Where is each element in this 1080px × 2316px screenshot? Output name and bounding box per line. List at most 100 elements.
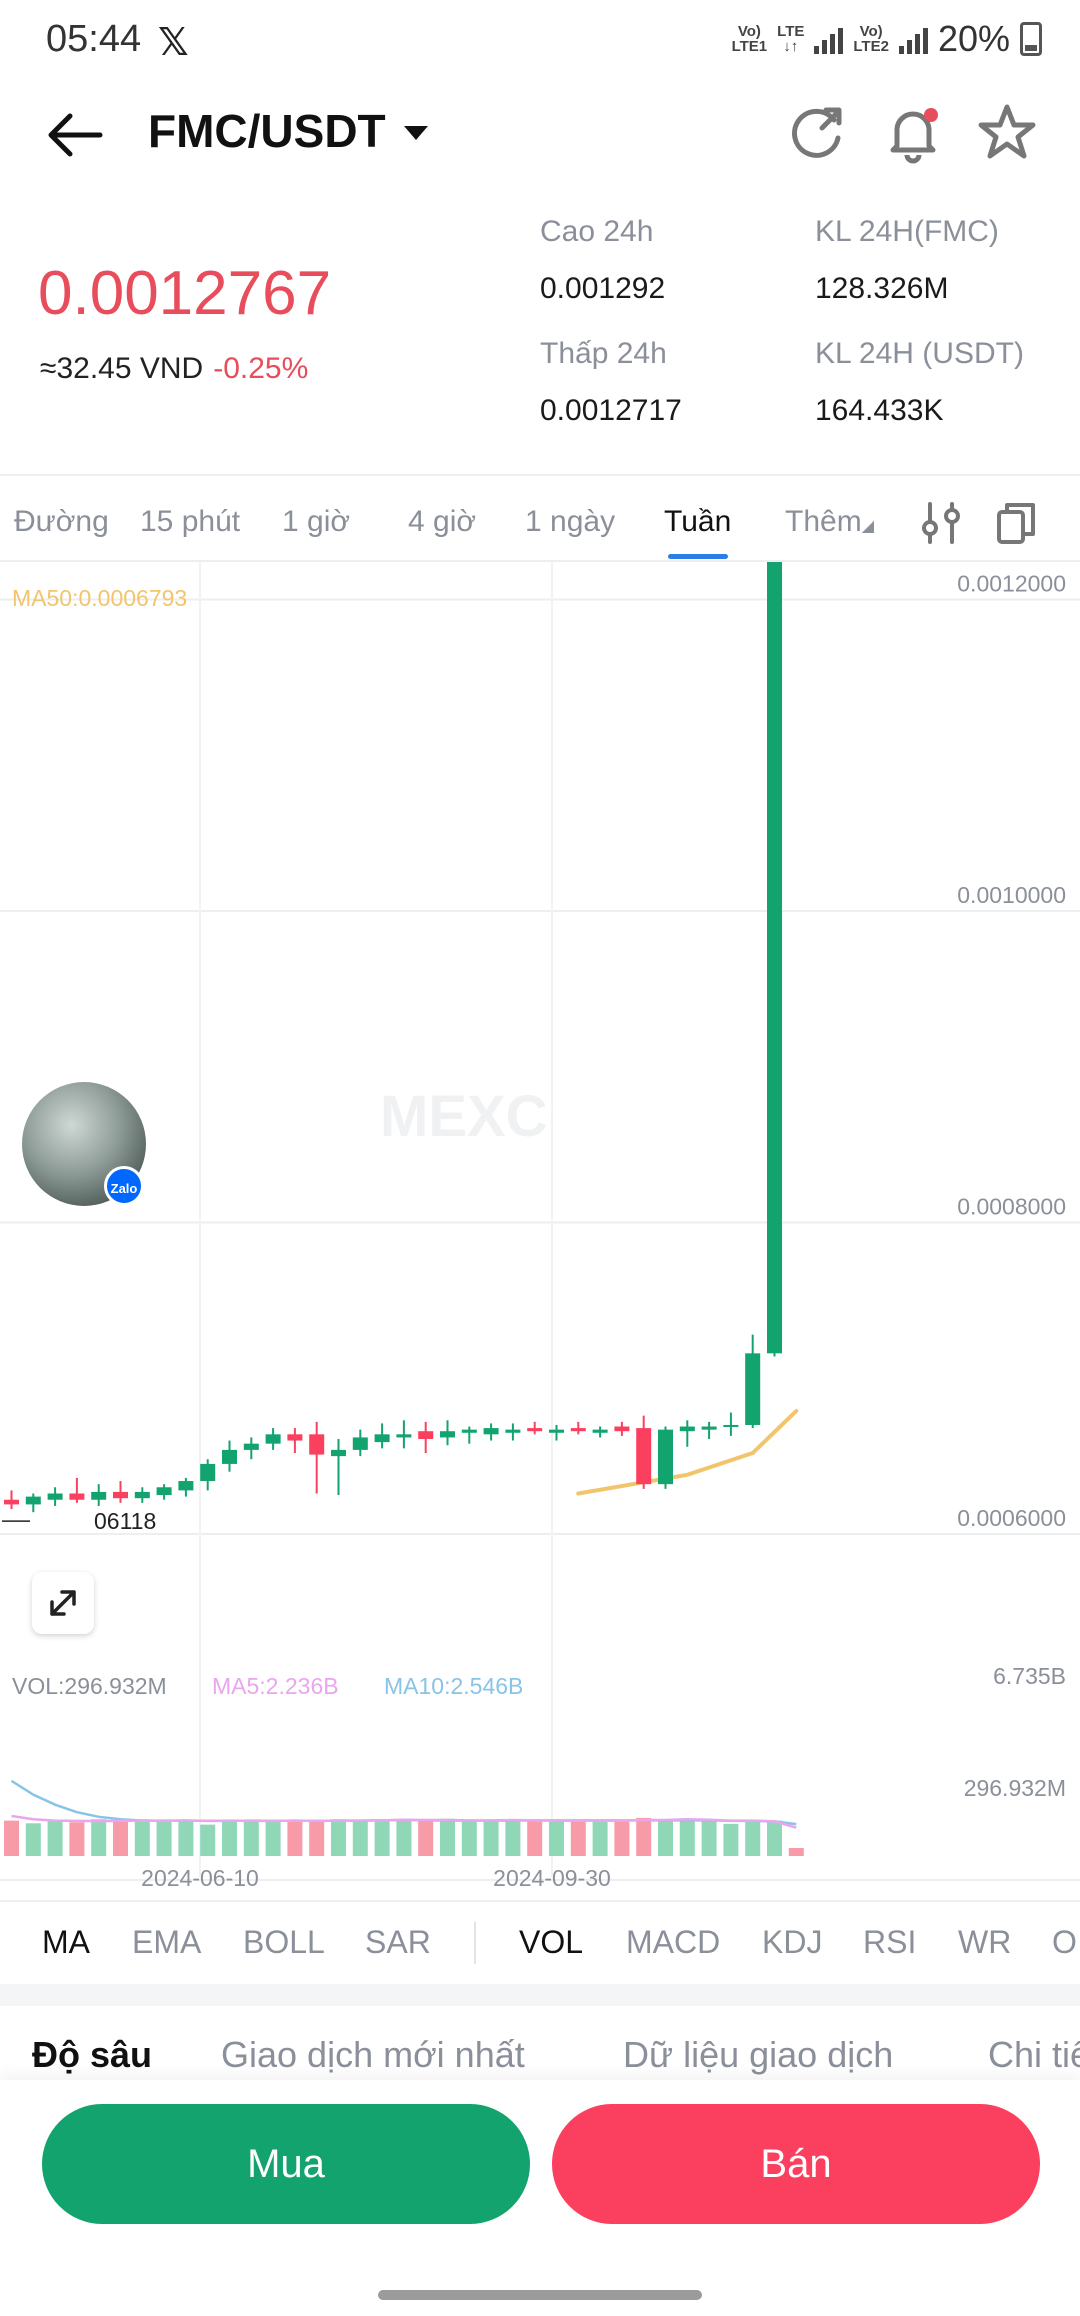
candle xyxy=(483,1428,499,1435)
volume-bar xyxy=(178,1819,194,1856)
battery-percent: 20% xyxy=(937,18,1010,59)
volume-bar xyxy=(265,1820,281,1856)
candle xyxy=(723,1424,739,1427)
price-markers: 0.00133810.001276706118 xyxy=(2,1508,156,1534)
watermark: MEXC xyxy=(380,1084,548,1149)
indicator-boll[interactable]: BOLL xyxy=(243,1924,325,1961)
volume-bar xyxy=(461,1820,477,1856)
vol-base-value: 128.326M xyxy=(815,272,949,305)
indicator-more[interactable]: O xyxy=(1052,1924,1077,1961)
candle xyxy=(47,1493,63,1500)
volume-bar xyxy=(658,1820,673,1856)
x-tick-label: 2024-09-30 xyxy=(493,1865,611,1891)
indicator-ma[interactable]: MA xyxy=(42,1924,90,1961)
candle xyxy=(265,1434,281,1444)
zalo-badge[interactable]: Zalo xyxy=(104,1166,144,1206)
candle xyxy=(396,1434,412,1438)
volume-bar xyxy=(636,1817,652,1856)
volume-bar xyxy=(723,1823,739,1856)
tab-15m[interactable]: 15 phút xyxy=(140,505,240,539)
candle xyxy=(570,1428,586,1432)
x-axis: 2024-06-10 2024-09-30 xyxy=(141,1865,611,1891)
candle xyxy=(440,1431,455,1438)
tab-trade-data[interactable]: Dữ liệu giao dịch xyxy=(623,2034,893,2076)
x-logo-icon: 𝕏 xyxy=(158,22,189,64)
volume-ma10-label: MA10:2.546B xyxy=(384,1673,523,1699)
vol-base-label: KL 24H(FMC) xyxy=(815,215,999,248)
back-arrow-icon[interactable] xyxy=(40,100,110,170)
candle xyxy=(156,1487,172,1496)
divider xyxy=(0,474,1080,476)
tab-1h[interactable]: 1 giờ xyxy=(282,505,350,539)
candle xyxy=(374,1434,390,1443)
tab-more-label: Thêm xyxy=(785,505,862,538)
candle xyxy=(200,1463,216,1482)
volume-ma5-label: MA5:2.236B xyxy=(212,1673,339,1699)
candle xyxy=(767,562,782,1354)
bell-icon[interactable] xyxy=(878,98,948,168)
candlestick-chart[interactable]: MEXC MA50:0.0006793 0.00140000.00120000.… xyxy=(0,562,1080,1900)
volume-max-label: 6.735B xyxy=(993,1663,1066,1689)
tab-line[interactable]: Đường xyxy=(14,505,109,539)
y-tick-label: 0.0012000 xyxy=(957,571,1066,597)
tab-more[interactable]: Thêm◢ xyxy=(785,505,874,539)
indicator-vol[interactable]: VOL xyxy=(519,1924,583,1961)
low-marker-label: 06118 xyxy=(94,1508,156,1534)
indicator-settings-icon[interactable] xyxy=(918,500,964,546)
copy-layout-icon[interactable] xyxy=(993,500,1039,546)
volume-bar xyxy=(91,1819,107,1856)
tab-depth[interactable]: Độ sâu xyxy=(32,2034,152,2076)
sell-button[interactable]: Bán xyxy=(552,2104,1040,2224)
price-change: -0.25% xyxy=(213,352,309,385)
volume-bar xyxy=(243,1819,259,1856)
candle xyxy=(134,1491,150,1499)
expand-arrows-icon xyxy=(50,1590,76,1616)
indicator-wr[interactable]: WR xyxy=(958,1924,1011,1961)
low-24h-value: 0.0012717 xyxy=(540,394,682,427)
high-24h-value: 0.001292 xyxy=(540,272,666,305)
tab-week[interactable]: Tuần xyxy=(664,505,731,539)
tab-4h[interactable]: 4 giờ xyxy=(408,505,476,539)
low-24h-label: Thấp 24h xyxy=(540,337,667,370)
volume-bar xyxy=(592,1820,608,1856)
indicator-macd[interactable]: MACD xyxy=(626,1924,720,1961)
volume-bar xyxy=(701,1820,717,1856)
indicator-ema[interactable]: EMA xyxy=(132,1924,201,1961)
candle xyxy=(701,1426,717,1430)
candle xyxy=(679,1426,695,1432)
star-icon[interactable] xyxy=(972,98,1042,168)
volume-bar xyxy=(352,1820,368,1856)
share-icon[interactable] xyxy=(782,98,852,168)
indicator-sar[interactable]: SAR xyxy=(365,1924,431,1961)
candle xyxy=(222,1449,237,1464)
status-time: 05:44 xyxy=(46,18,142,60)
candle xyxy=(113,1491,128,1499)
volume-bar xyxy=(788,1847,804,1856)
volume-bars xyxy=(4,1779,804,1856)
vol-quote-value: 164.433K xyxy=(815,394,944,427)
volume-bar xyxy=(570,1820,586,1856)
pair-title[interactable]: FMC/USDT xyxy=(148,104,386,158)
buy-button[interactable]: Mua xyxy=(42,2104,530,2224)
volume-bar xyxy=(505,1819,521,1856)
candle xyxy=(461,1429,477,1433)
volume-bar xyxy=(47,1820,63,1856)
candle xyxy=(25,1496,41,1505)
home-indicator[interactable] xyxy=(378,2290,702,2300)
volume-min-label: 296.932M xyxy=(964,1775,1066,1801)
y-tick-label: 0.0010000 xyxy=(957,882,1066,908)
tab-1d[interactable]: 1 ngày xyxy=(525,505,615,539)
volume-bar xyxy=(156,1821,172,1856)
last-price: 0.0012767 xyxy=(38,259,332,328)
candle xyxy=(636,1428,652,1485)
volume-bar xyxy=(527,1820,543,1856)
signal-bars-icon xyxy=(814,24,844,54)
indicator-rsi[interactable]: RSI xyxy=(863,1924,916,1961)
tab-details[interactable]: Chi tiế xyxy=(988,2034,1080,2076)
expand-chart-button[interactable] xyxy=(32,1572,94,1634)
chevron-down-icon[interactable] xyxy=(396,112,436,152)
indicator-kdj[interactable]: KDJ xyxy=(762,1924,822,1961)
tab-latest-trades[interactable]: Giao dịch mới nhất xyxy=(221,2034,525,2076)
price-fiat-row: ≈32.45 VND -0.25% xyxy=(40,352,308,386)
ma50-label: MA50:0.0006793 xyxy=(12,585,187,611)
